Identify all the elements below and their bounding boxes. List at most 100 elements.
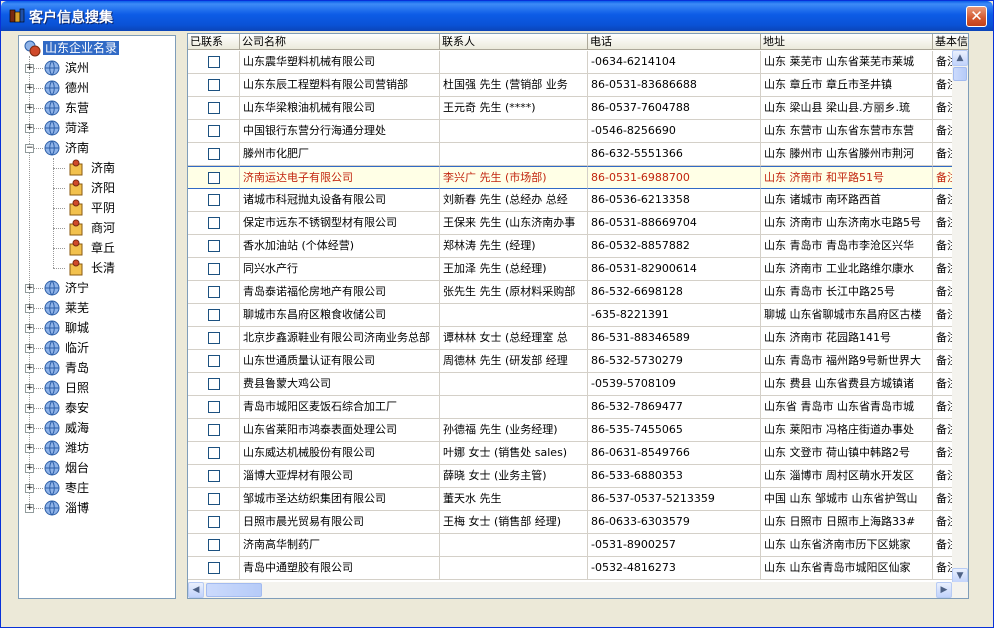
expand-icon[interactable]: + — [25, 304, 34, 313]
tree-child-6[interactable]: 长清 — [53, 258, 173, 278]
table-row[interactable]: 中国银行东营分行海通分理处 -0546-8256690 山东 东营市 山东省东营市东… — [188, 120, 968, 143]
vertical-scrollbar[interactable]: ▲ ▼ — [952, 50, 968, 584]
table-row[interactable]: 滕州市化肥厂 86-632-5551366 山东 滕州市 山东省滕州市荆河 备注 — [188, 143, 968, 166]
header-contact[interactable]: 联系人 — [440, 34, 588, 50]
tree-item-10[interactable]: + 青岛 — [25, 358, 175, 378]
expand-icon[interactable]: + — [25, 504, 34, 513]
table-row[interactable]: 北京步鑫源鞋业有限公司济南业务总部 谭林林 女士 (总经理室 总 86-531-88… — [188, 327, 968, 350]
contacted-checkbox[interactable] — [208, 516, 220, 528]
table-row[interactable]: 淄博大亚焊材有限公司 薛晓 女士 (业务主管) 86-533-6880353 山东 淄… — [188, 465, 968, 488]
table-row[interactable]: 青岛市城阳区麦饭石综合加工厂 86-532-7869477 山东省 青岛市 山东省青… — [188, 396, 968, 419]
tree-root[interactable]: 山东企业名录 — [23, 38, 120, 58]
tree-item-8[interactable]: + 聊城 — [25, 318, 175, 338]
table-row[interactable]: 日照市晨光贸易有限公司 王梅 女士 (销售部 经理) 86-0633-6303579… — [188, 511, 968, 534]
contacted-checkbox[interactable] — [208, 378, 220, 390]
expand-icon[interactable]: + — [25, 424, 34, 433]
tree-item-6[interactable]: + 济宁 — [25, 278, 175, 298]
table-row[interactable]: 费县鲁蒙大鸡公司 -0539-5708109 山东 费县 山东省费县方城镇诸 备注 — [188, 373, 968, 396]
table-row[interactable]: 聊城市东昌府区粮食收储公司 -635-8221391 聊城 山东省聊城市东昌府区古楼… — [188, 304, 968, 327]
region-tree[interactable]: 山东企业名录 + 滨州 + 德州 + 东营 + 菏泽 − 济南 济南 济阳 平阴 商河 章丘 长清 + 济宁 + 莱芜 +… — [18, 35, 176, 599]
tree-item-7[interactable]: + 莱芜 — [25, 298, 175, 318]
expand-icon[interactable]: + — [25, 344, 34, 353]
tree-item-17[interactable]: + 淄博 — [25, 498, 175, 518]
collapse-icon[interactable]: − — [25, 144, 34, 153]
contacted-checkbox[interactable] — [208, 539, 220, 551]
table-row[interactable]: 山东震华塑料机械有限公司 -0634-6214104 山东 莱芜市 山东省莱芜市莱城… — [188, 51, 968, 74]
contacted-checkbox[interactable] — [208, 172, 220, 184]
tree-item-13[interactable]: + 威海 — [25, 418, 175, 438]
expand-icon[interactable]: + — [25, 364, 34, 373]
expand-icon[interactable]: + — [25, 444, 34, 453]
header-company[interactable]: 公司名称 — [240, 34, 440, 50]
table-row[interactable]: 济南高华制药厂 -0531-8900257 山东 山东省济南市历下区姚家 备注 — [188, 534, 968, 557]
tree-item-14[interactable]: + 潍坊 — [25, 438, 175, 458]
expand-icon[interactable]: + — [25, 484, 34, 493]
contacted-checkbox[interactable] — [208, 79, 220, 91]
contacted-checkbox[interactable] — [208, 148, 220, 160]
table-row[interactable]: 诸城市科冠抛丸设备有限公司 刘新春 先生 (总经办 总经 86-0536-62133… — [188, 189, 968, 212]
contacted-checkbox[interactable] — [208, 125, 220, 137]
horizontal-scroll-thumb[interactable] — [206, 583, 262, 597]
contacted-checkbox[interactable] — [208, 194, 220, 206]
tree-item-2[interactable]: + 德州 — [25, 78, 175, 98]
header-contacted[interactable]: 已联系 — [188, 34, 240, 50]
contacted-checkbox[interactable] — [208, 355, 220, 367]
expand-icon[interactable]: + — [25, 284, 34, 293]
tree-item-12[interactable]: + 泰安 — [25, 398, 175, 418]
expand-icon[interactable]: + — [25, 124, 34, 133]
tree-child-3[interactable]: 平阴 — [53, 198, 173, 218]
contacted-checkbox[interactable] — [208, 401, 220, 413]
tree-item-16[interactable]: + 枣庄 — [25, 478, 175, 498]
table-row[interactable]: 青岛泰诺福伦房地产有限公司 张先生 先生 (原材料采购部 86-532-669812… — [188, 281, 968, 304]
tree-child-2[interactable]: 济阳 — [53, 178, 173, 198]
table-row[interactable]: 邹城市圣达纺织集团有限公司 董天水 先生 86-537-0537-5213359 中国… — [188, 488, 968, 511]
tree-item-4[interactable]: + 菏泽 — [25, 118, 175, 138]
table-row[interactable]: 山东省莱阳市鸿泰表面处理公司 孙德福 先生 (业务经理) 86-535-745506… — [188, 419, 968, 442]
table-row[interactable]: 香水加油站 (个体经营) 郑林涛 先生 (经理) 86-0532-8857882 山东… — [188, 235, 968, 258]
contacted-checkbox[interactable] — [208, 447, 220, 459]
tree-item-9[interactable]: + 临沂 — [25, 338, 175, 358]
tree-item-5[interactable]: − 济南 — [25, 138, 175, 158]
contacted-checkbox[interactable] — [208, 309, 220, 321]
tree-item-15[interactable]: + 烟台 — [25, 458, 175, 478]
table-row[interactable]: 山东世通质量认证有限公司 周德林 先生 (研发部 经理 86-532-5730279… — [188, 350, 968, 373]
table-row[interactable]: 山东东辰工程塑料有限公司营销部 杜国强 先生 (营销部 业务 86-0531-836… — [188, 74, 968, 97]
horizontal-scrollbar[interactable]: ◀ ▶ — [188, 582, 968, 598]
expand-icon[interactable]: + — [25, 324, 34, 333]
contacted-checkbox[interactable] — [208, 263, 220, 275]
expand-icon[interactable]: + — [25, 464, 34, 473]
contacted-checkbox[interactable] — [208, 493, 220, 505]
header-address[interactable]: 地址 — [761, 34, 933, 50]
expand-icon[interactable]: + — [25, 64, 34, 73]
contacted-checkbox[interactable] — [208, 562, 220, 574]
scroll-right-icon[interactable]: ▶ — [936, 582, 952, 598]
table-row[interactable]: 济南运达电子有限公司 李兴广 先生 (市场部) 86-0531-6988700 山东 … — [188, 166, 968, 189]
contacted-checkbox[interactable] — [208, 217, 220, 229]
scroll-up-icon[interactable]: ▲ — [952, 50, 968, 66]
contacted-checkbox[interactable] — [208, 102, 220, 114]
tree-child-4[interactable]: 商河 — [53, 218, 173, 238]
contacted-checkbox[interactable] — [208, 240, 220, 252]
table-row[interactable]: 同兴水产行 王加泽 先生 (总经理) 86-0531-82900614 山东 济南市 … — [188, 258, 968, 281]
tree-item-3[interactable]: + 东营 — [25, 98, 175, 118]
title-bar[interactable]: 客户信息搜集 ✕ — [1, 1, 993, 31]
contacted-checkbox[interactable] — [208, 56, 220, 68]
table-row[interactable]: 青岛中通塑胶有限公司 -0532-4816273 山东 山东省青岛市城阳区仙家 备注 — [188, 557, 968, 580]
close-button[interactable]: ✕ — [966, 6, 987, 27]
table-row[interactable]: 山东威达机械股份有限公司 叶娜 女士 (销售处 sales) 86-0631-854… — [188, 442, 968, 465]
contacted-checkbox[interactable] — [208, 286, 220, 298]
tree-item-11[interactable]: + 日照 — [25, 378, 175, 398]
table-row[interactable]: 山东华梁粮油机械有限公司 王元奇 先生 (****) 86-0537-7604788… — [188, 97, 968, 120]
tree-child-5[interactable]: 章丘 — [53, 238, 173, 258]
contacted-checkbox[interactable] — [208, 470, 220, 482]
table-row[interactable]: 保定市远东不锈钢型材有限公司 王保来 先生 (山东济南办事 86-0531-8866… — [188, 212, 968, 235]
tree-child-1[interactable]: 济南 — [53, 158, 173, 178]
header-info[interactable]: 基本信 — [933, 34, 968, 50]
expand-icon[interactable]: + — [25, 104, 34, 113]
tree-item-1[interactable]: + 滨州 — [25, 58, 175, 78]
header-phone[interactable]: 电话 — [588, 34, 761, 50]
expand-icon[interactable]: + — [25, 84, 34, 93]
vertical-scroll-thumb[interactable] — [953, 67, 967, 81]
contacted-checkbox[interactable] — [208, 424, 220, 436]
expand-icon[interactable]: + — [25, 404, 34, 413]
